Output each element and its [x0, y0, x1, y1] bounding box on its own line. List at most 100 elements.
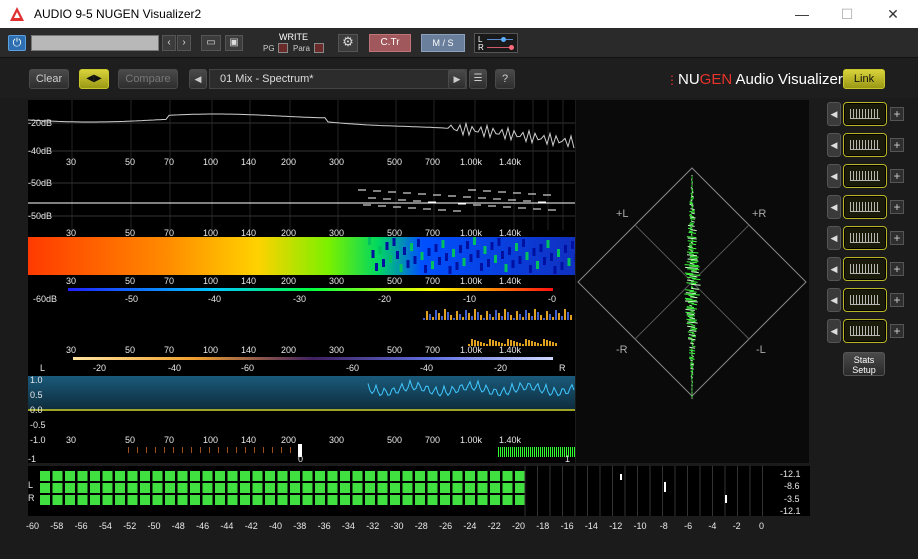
freq-label: 1.00k [460, 276, 482, 286]
prev-preset-arrow[interactable]: ◀ [189, 69, 207, 89]
brand-logo: ⋮NUGEN Audio Visualizer [666, 71, 843, 88]
pan-scale-bar [73, 357, 553, 360]
save-icon[interactable]: ▣ [225, 35, 243, 51]
freq-label: 100 [203, 276, 218, 286]
freq-label: 50 [125, 157, 135, 167]
module-arrow-button[interactable]: ◀ [827, 195, 841, 219]
module-arrow-button[interactable]: ◀ [827, 102, 841, 126]
corr-scale-label: 0.0 [30, 405, 43, 415]
freq-label: 100 [203, 345, 218, 355]
ctr-button[interactable]: C.Tr [369, 34, 411, 52]
freq-label: 100 [203, 157, 218, 167]
maximize-button[interactable]: ☐ [832, 4, 862, 24]
compare-button[interactable]: Compare [118, 69, 178, 89]
open-folder-icon[interactable]: ▭ [201, 35, 221, 51]
title-bar: AUDIO 9-5 NUGEN Visualizer2 — ☐ ✕ [0, 0, 918, 28]
ms-button[interactable]: M / S [421, 34, 465, 52]
goniometer-canvas [576, 100, 809, 463]
corr-scale-label: -0.5 [30, 420, 46, 430]
preset-list-icon[interactable]: ☰ [469, 69, 487, 89]
meter-scale-label: -40 [269, 521, 282, 531]
pg-label: PG [263, 44, 275, 53]
meter-r-label: R [28, 493, 35, 503]
meter-scale-label: -60 [26, 521, 39, 531]
add-module-button[interactable]: + [890, 200, 904, 214]
meter-scale-label: -52 [123, 521, 136, 531]
add-module-button[interactable]: + [890, 293, 904, 307]
help-button[interactable]: ? [495, 69, 515, 89]
add-module-button[interactable]: + [890, 107, 904, 121]
level-scale-label: -30 [293, 294, 306, 304]
meter-scale-label: -48 [172, 521, 185, 531]
level-scale-label: -60dB [33, 294, 57, 304]
freq-label: 140 [241, 157, 256, 167]
freq-label: 140 [241, 228, 256, 238]
bars-icon[interactable] [843, 133, 887, 157]
freq-label: 200 [281, 228, 296, 238]
meter-scale-label: -34 [342, 521, 355, 531]
level-meter-canvas [28, 466, 810, 516]
gonio-minus-l: -L [756, 344, 766, 356]
module-arrow-button[interactable]: ◀ [827, 257, 841, 281]
freq-label: 100 [203, 435, 218, 445]
preset-name-field[interactable] [31, 35, 159, 51]
meter-scale-label: -38 [293, 521, 306, 531]
pg-write-toggle[interactable] [278, 43, 288, 53]
freq-label: 1.40k [499, 276, 521, 286]
settings-gear-icon[interactable]: ⚙ [338, 34, 358, 52]
pan-scale-label: R [559, 363, 566, 373]
add-module-button[interactable]: + [890, 138, 904, 152]
minimize-button[interactable]: — [787, 4, 817, 24]
freq-label: 500 [387, 345, 402, 355]
spectrogram-icon[interactable] [843, 195, 887, 219]
meter-scale-label: -32 [366, 521, 379, 531]
clear-button[interactable]: Clear [29, 69, 69, 89]
ab-swap-button[interactable]: ◀▶ [79, 69, 109, 89]
next-preset-arrow[interactable]: ▶ [448, 69, 466, 89]
correlation-icon[interactable] [843, 288, 887, 312]
gonio-plus-l: +L [616, 208, 629, 220]
meter-scale-label: -56 [75, 521, 88, 531]
meter-scale-label: -20 [512, 521, 525, 531]
meter-scale-label: -36 [318, 521, 331, 531]
vectorscope-icon[interactable] [843, 257, 887, 281]
freq-label: 300 [329, 157, 344, 167]
meter-scale-label: -22 [488, 521, 501, 531]
link-button[interactable]: Link [843, 69, 885, 89]
spectrum-icon[interactable] [843, 102, 887, 126]
freq-label: 70 [164, 345, 174, 355]
prev-preset-button[interactable]: ‹ [162, 35, 176, 51]
preset-selector[interactable]: 01 Mix - Spectrum* [209, 69, 467, 89]
module-arrow-button[interactable]: ◀ [827, 288, 841, 312]
para-label: Para [293, 44, 310, 53]
module-arrow-button[interactable]: ◀ [827, 164, 841, 188]
freq-label: 70 [164, 228, 174, 238]
add-module-button[interactable]: + [890, 324, 904, 338]
level-scale-bar [68, 288, 553, 291]
module-arrow-button[interactable]: ◀ [827, 133, 841, 157]
pan-scale-label: -20 [93, 363, 106, 373]
waveform-icon[interactable] [843, 164, 887, 188]
module-arrow-button[interactable]: ◀ [827, 226, 841, 250]
freq-label: 200 [281, 345, 296, 355]
add-module-button[interactable]: + [890, 262, 904, 276]
add-module-button[interactable]: + [890, 231, 904, 245]
stereo-spectrum-icon[interactable] [843, 226, 887, 250]
balance-icon[interactable] [843, 319, 887, 343]
freq-label: 50 [125, 276, 135, 286]
para-write-toggle[interactable] [314, 43, 324, 53]
freq-label: 1.40k [499, 435, 521, 445]
module-arrow-button[interactable]: ◀ [827, 319, 841, 343]
meter-scale-label: -14 [585, 521, 598, 531]
add-module-button[interactable]: + [890, 169, 904, 183]
routing-widget[interactable]: L R [474, 33, 518, 53]
next-preset-button[interactable]: › [177, 35, 191, 51]
freq-label: 30 [66, 228, 76, 238]
freq-label: 140 [241, 345, 256, 355]
power-button[interactable]: ⏻ [8, 35, 26, 51]
stats-setup-button[interactable]: Stats Setup [843, 352, 885, 376]
spectrum-db-label-1: -20dB [28, 118, 52, 128]
corr-scale-label: -1.0 [30, 435, 46, 445]
close-button[interactable]: ✕ [878, 4, 908, 24]
meter-scale-label: -4 [708, 521, 716, 531]
